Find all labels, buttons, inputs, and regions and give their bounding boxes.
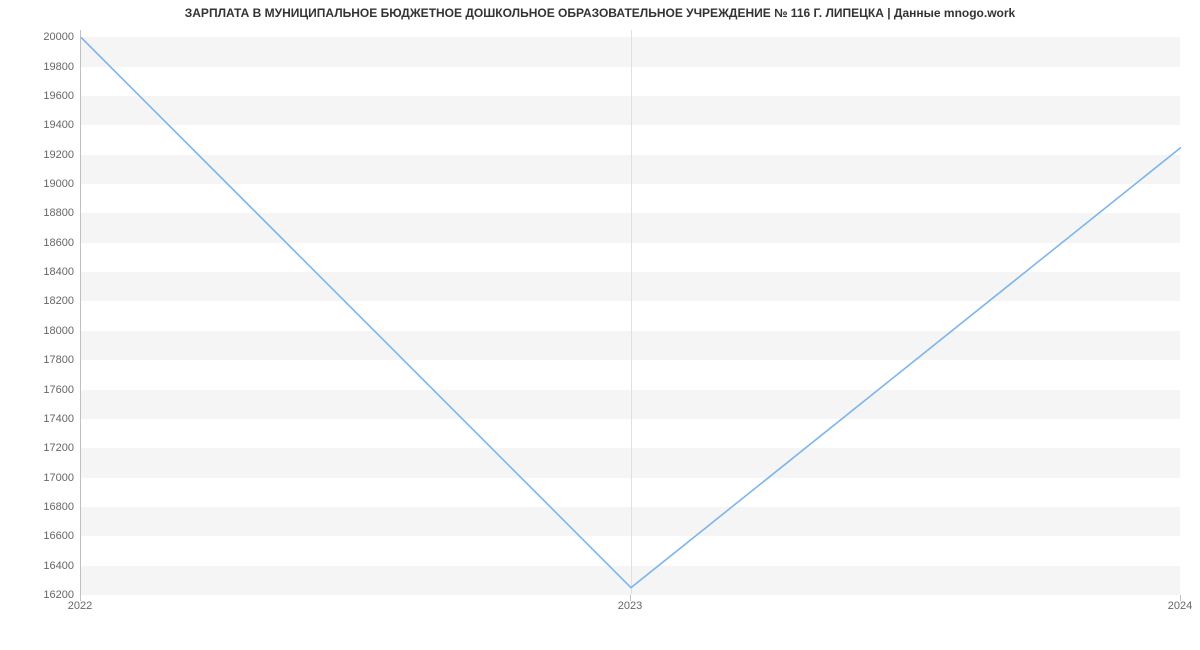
x-tick-mark	[1180, 595, 1181, 601]
y-tick-label: 17200	[14, 442, 74, 454]
line-layer	[81, 30, 1181, 595]
plot-area	[80, 30, 1180, 595]
y-tick-label: 18200	[14, 295, 74, 307]
y-tick-label: 17800	[14, 354, 74, 366]
x-tick-mark	[630, 595, 631, 601]
y-tick-label: 19200	[14, 149, 74, 161]
y-tick-label: 18600	[14, 237, 74, 249]
x-tick-label: 2022	[68, 600, 92, 612]
y-tick-label: 18800	[14, 207, 74, 219]
y-tick-label: 16200	[14, 589, 74, 601]
y-tick-label: 19800	[14, 61, 74, 73]
x-tick-mark	[80, 595, 81, 601]
chart-title: ЗАРПЛАТА В МУНИЦИПАЛЬНОЕ БЮДЖЕТНОЕ ДОШКО…	[0, 6, 1200, 20]
x-tick-label: 2024	[1168, 600, 1192, 612]
y-tick-label: 16400	[14, 560, 74, 572]
y-tick-label: 19600	[14, 90, 74, 102]
salary-line-chart: ЗАРПЛАТА В МУНИЦИПАЛЬНОЕ БЮДЖЕТНОЕ ДОШКО…	[0, 0, 1200, 650]
y-tick-label: 17600	[14, 384, 74, 396]
y-tick-label: 19000	[14, 178, 74, 190]
y-tick-label: 16600	[14, 530, 74, 542]
y-tick-label: 17400	[14, 413, 74, 425]
data-line	[81, 37, 1181, 587]
y-tick-label: 17000	[14, 472, 74, 484]
y-tick-label: 19400	[14, 119, 74, 131]
y-tick-label: 16800	[14, 501, 74, 513]
x-tick-label: 2023	[618, 600, 642, 612]
y-tick-label: 20000	[14, 31, 74, 43]
y-tick-label: 18000	[14, 325, 74, 337]
y-tick-label: 18400	[14, 266, 74, 278]
